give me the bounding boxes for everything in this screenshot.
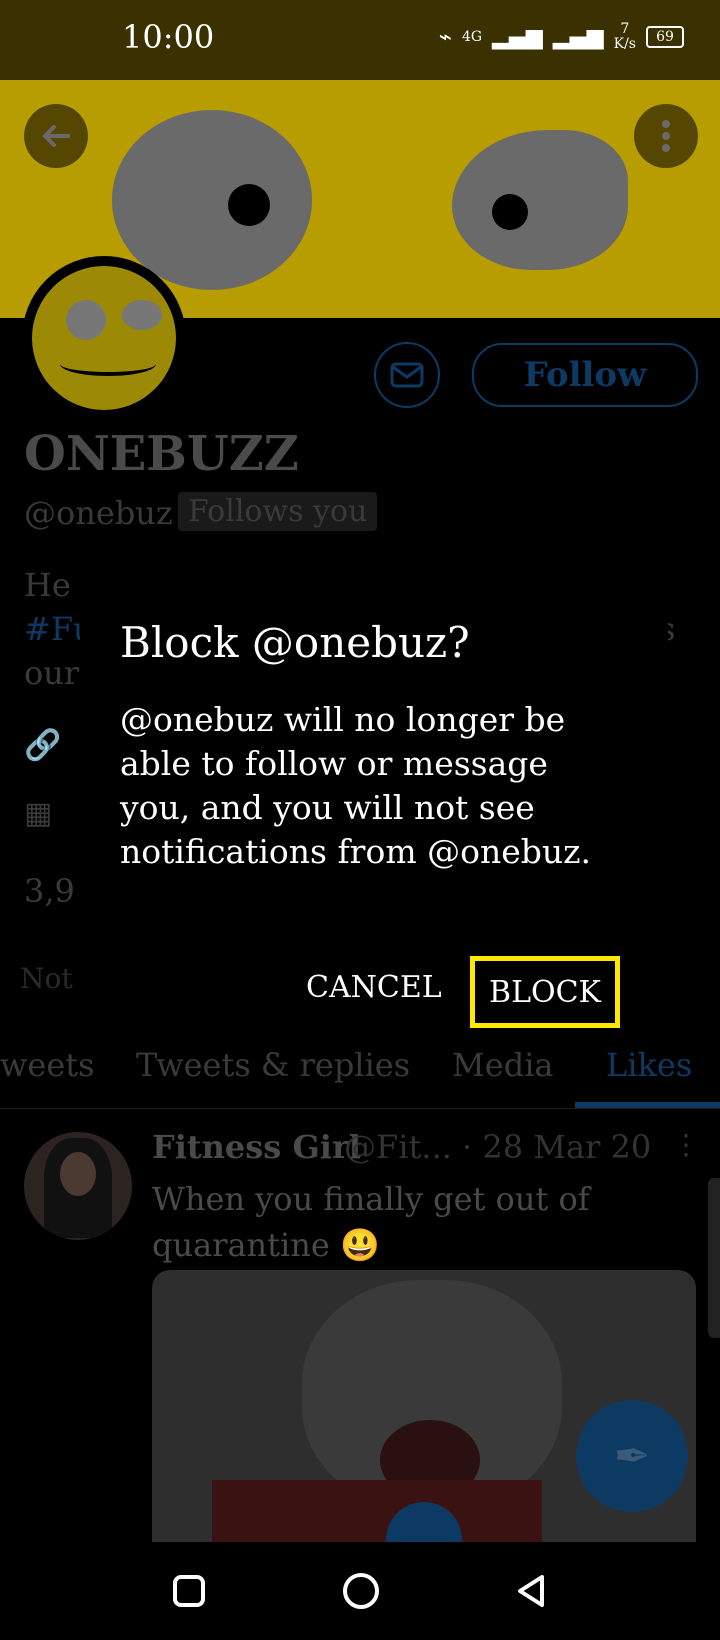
envelope-icon xyxy=(390,362,424,388)
signal-icon-2: ▂▄▆ xyxy=(552,24,604,50)
more-options-button[interactable] xyxy=(634,104,698,168)
link-icon: 🔗 xyxy=(24,728,62,763)
banner-pupil-left xyxy=(228,184,270,226)
cancel-button[interactable]: CANCEL xyxy=(306,970,442,1005)
tweet-author-handle[interactable]: @Fit... xyxy=(344,1128,452,1166)
tweet-date: · 28 Mar 20 xyxy=(462,1128,652,1166)
banner-pupil-right xyxy=(492,194,528,230)
following-count[interactable]: 3,9 xyxy=(24,872,75,910)
follows-you-badge: Follows you xyxy=(178,492,378,531)
battery-icon: 69 xyxy=(646,26,684,48)
more-vertical-icon xyxy=(662,120,670,152)
signal-icon: ▂▄▆ xyxy=(492,24,543,50)
calendar-icon: ▦ xyxy=(24,796,53,831)
profile-name: ONEBUZZ xyxy=(24,426,299,482)
tab-tweets-replies[interactable]: Tweets & replies xyxy=(136,1046,410,1084)
nav-back-button[interactable] xyxy=(506,1566,556,1616)
status-bar: 10:00 ⌁ 4G ▂▄▆ ▂▄▆ 7 K/s 69 xyxy=(0,0,720,80)
message-button[interactable] xyxy=(374,342,440,408)
avatar-eye-right xyxy=(122,300,162,330)
back-button[interactable] xyxy=(24,104,88,168)
block-dialog: Block @onebuz? @onebuz will no longer be… xyxy=(80,566,668,1034)
tab-tweets[interactable]: weets xyxy=(0,1046,95,1084)
profile-tabs: weets Tweets & replies Media Likes xyxy=(0,1036,720,1109)
avatar-emoji-face xyxy=(32,266,176,410)
tweet-author-avatar[interactable] xyxy=(24,1132,132,1240)
notice-fragment: Not xyxy=(20,962,73,995)
nav-recents-button[interactable] xyxy=(164,1566,214,1616)
active-tab-indicator xyxy=(575,1102,720,1108)
profile-handle: @onebuz xyxy=(24,494,173,532)
square-icon xyxy=(173,1575,205,1607)
nav-home-button[interactable] xyxy=(336,1566,386,1616)
bio-fragment-3: our xyxy=(24,654,80,692)
status-icons: ⌁ 4G ▂▄▆ ▂▄▆ 7 K/s 69 xyxy=(439,22,684,52)
system-nav-bar xyxy=(0,1542,720,1640)
activity-icon: ⌁ xyxy=(438,24,452,50)
tab-media[interactable]: Media xyxy=(452,1046,554,1084)
avatar-face xyxy=(60,1152,96,1196)
compose-tweet-button[interactable]: ✒ xyxy=(576,1400,688,1512)
speed-unit: K/s xyxy=(613,36,636,52)
avatar-eye-left xyxy=(66,300,106,340)
status-time: 10:00 xyxy=(122,18,215,56)
triangle-back-icon xyxy=(518,1575,544,1607)
back-arrow-icon xyxy=(42,125,70,147)
banner-eye-left xyxy=(112,110,312,290)
cat-scarf xyxy=(212,1480,542,1542)
tweet-text: When you finally get out of quarantine 😃 xyxy=(152,1180,590,1264)
network-label: 4G xyxy=(462,29,483,45)
block-button[interactable]: BLOCK xyxy=(470,956,620,1028)
tab-likes[interactable]: Likes xyxy=(606,1046,692,1084)
tweet-more-icon[interactable]: ⋮ xyxy=(672,1128,700,1161)
bio-fragment-1: He xyxy=(24,566,71,604)
tweet-author-name[interactable]: Fitness Girl xyxy=(152,1128,361,1166)
banner-eye-right xyxy=(452,130,628,270)
network-speed: 7 K/s xyxy=(614,22,636,52)
dialog-title: Block @onebuz? xyxy=(120,618,470,667)
dialog-body: @onebuz will no longer be able to follow… xyxy=(120,700,592,871)
speed-value: 7 xyxy=(620,21,630,37)
scroll-handle[interactable] xyxy=(708,1178,720,1338)
follow-button[interactable]: Follow xyxy=(472,343,698,407)
circle-icon xyxy=(343,1573,379,1609)
avatar-mouth xyxy=(60,352,156,376)
profile-avatar[interactable] xyxy=(22,256,186,420)
compose-tweet-icon: ✒ xyxy=(613,1430,651,1482)
